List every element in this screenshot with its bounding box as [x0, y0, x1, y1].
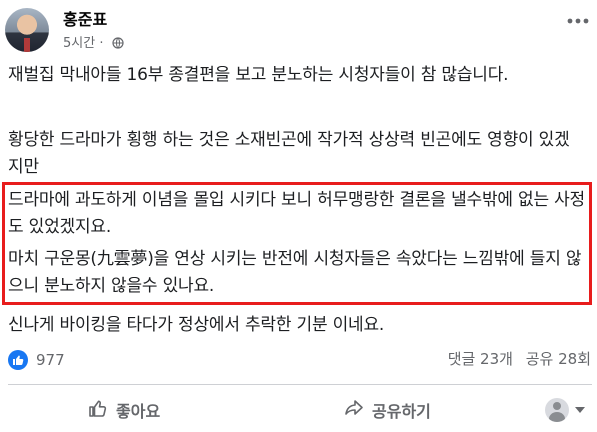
post-paragraph-2: 황당한 드라마가 횡행 하는 것은 소재빈곤에 작가적 상상력 빈곤에도 영향이… — [8, 130, 570, 177]
viewer-avatar-selector[interactable] — [545, 398, 585, 422]
post-meta: 5시간 · — [63, 32, 124, 53]
share-arrow-icon — [344, 398, 372, 422]
action-bar: 좋아요 공유하기 — [0, 390, 597, 430]
engagement-stats: 댓글 23개 공유 28회 — [440, 348, 591, 369]
post-paragraph-5: 신나게 바이킹을 타다가 정상에서 추락한 기분 이네요. — [8, 315, 385, 335]
thumbs-up-icon — [88, 398, 116, 422]
globe-icon[interactable] — [112, 37, 124, 53]
like-button[interactable]: 좋아요 — [88, 390, 160, 430]
share-count[interactable]: 공유 28회 — [526, 350, 591, 368]
share-button[interactable]: 공유하기 — [344, 390, 431, 430]
like-label: 좋아요 — [116, 402, 161, 421]
meta-separator: · — [99, 36, 104, 51]
like-reaction-icon — [8, 350, 28, 370]
post-paragraph-4: 마치 구운몽(九雲夢)을 연상 시키는 반전에 시청자들은 속았다는 느낌밖에 … — [8, 249, 582, 296]
author-avatar[interactable] — [5, 8, 49, 52]
post-paragraph-3: 드라마에 과도하게 이념을 몰입 시키다 보니 허무맹랑한 결론을 낼수밖에 없… — [8, 190, 585, 237]
more-icon[interactable] — [566, 12, 592, 32]
reactions-summary[interactable]: 977 — [8, 348, 65, 372]
viewer-avatar — [545, 398, 569, 422]
post-paragraph-1: 재벌집 막내아들 16부 종결편을 보고 분노하는 시청자들이 참 많습니다. — [8, 65, 509, 85]
post-time[interactable]: 5시간 — [63, 36, 95, 51]
comment-count[interactable]: 댓글 23개 — [448, 350, 513, 368]
divider — [8, 384, 592, 385]
author-name[interactable]: 홍준표 — [63, 6, 107, 30]
chevron-down-icon — [575, 407, 585, 413]
post-header: 홍준표 5시간 · — [0, 0, 597, 60]
reaction-count: 977 — [36, 351, 65, 369]
share-label: 공유하기 — [372, 402, 431, 421]
